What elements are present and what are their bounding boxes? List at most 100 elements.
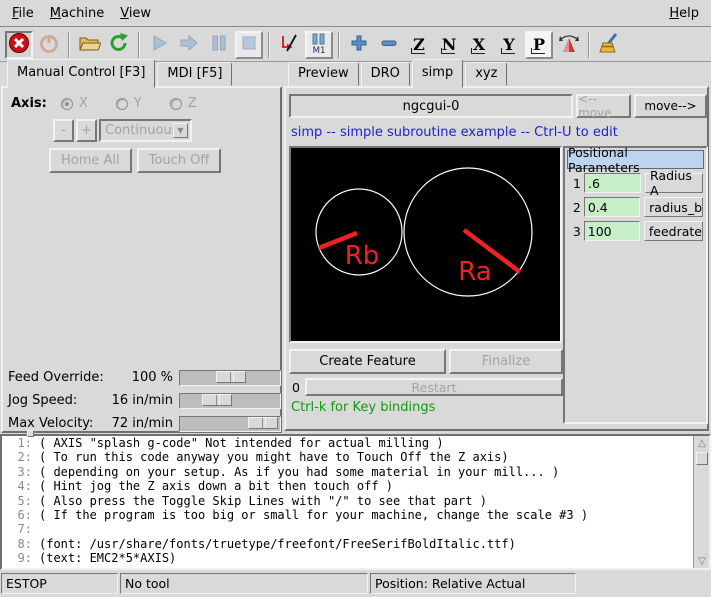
status-bar: ESTOP No tool Position: Relative Actual: [0, 570, 711, 597]
max-velocity-row: Max Velocity: 72 in/min: [3, 413, 284, 434]
open-file-button[interactable]: [75, 31, 103, 59]
slider-thumb[interactable]: [248, 417, 278, 429]
tab-xyz[interactable]: xyz: [465, 62, 507, 86]
view-perspective-icon: P: [533, 37, 545, 53]
zoom-out-button[interactable]: [375, 31, 403, 59]
gcode-line: 3:( depending on your setup. As if you h…: [2, 465, 709, 479]
jog-row: - + Continuous ▼: [53, 119, 192, 142]
positional-parameters-panel: Positional Parameters 1 .6 Radius A 2 0.…: [563, 146, 708, 424]
jog-speed-label: Jog Speed:: [8, 393, 77, 408]
clear-plot-button[interactable]: [595, 31, 623, 59]
step-arrow-icon: [178, 33, 200, 57]
run-icon: [149, 33, 169, 57]
feed-override-value: 100 %: [89, 370, 173, 385]
move-right-button[interactable]: move-->: [634, 94, 707, 118]
home-all-button[interactable]: Home All: [49, 148, 132, 173]
axis-radio-z[interactable]: Z: [170, 96, 197, 111]
toggle-optional-pause-button[interactable]: M1: [305, 31, 333, 59]
view-perspective-button[interactable]: P: [525, 31, 553, 59]
pause-icon: [209, 33, 229, 57]
rotate-view-button[interactable]: [555, 31, 583, 59]
scroll-up-icon[interactable]: △: [695, 436, 709, 450]
param-name-label: Radius A: [645, 173, 703, 193]
chevron-down-icon[interactable]: ▼: [173, 123, 188, 138]
view-z-button[interactable]: Z: [405, 31, 433, 59]
machine-power-button[interactable]: [35, 31, 63, 59]
ngcgui-tab-id-entry[interactable]: ngcgui-0: [289, 94, 573, 118]
skip-lines-icon: [279, 33, 299, 57]
jog-mode-combobox[interactable]: Continuous ▼: [99, 119, 192, 142]
menu-view[interactable]: View: [112, 2, 159, 25]
view-x-button[interactable]: X: [465, 31, 493, 59]
view-z-rotated-button[interactable]: N: [435, 31, 463, 59]
toolbar-separator: [268, 32, 270, 58]
zoom-in-button[interactable]: [345, 31, 373, 59]
view-z-rotated-icon: N: [442, 37, 457, 53]
rotate-cone-icon: [558, 32, 580, 58]
menu-file[interactable]: File: [4, 2, 42, 25]
toolbar: M1 Z N X Y P: [0, 28, 711, 62]
pause-button[interactable]: [205, 31, 233, 59]
tab-mdi[interactable]: MDI [F5]: [157, 62, 232, 86]
stop-icon: [239, 33, 259, 57]
gcode-line: 6:( If the program is too big or small f…: [2, 508, 709, 522]
preview-canvas: Rb Ra: [289, 146, 562, 343]
ngcgui-panel: ngcgui-0 <--move move--> simp -- simple …: [284, 86, 709, 431]
restart-button[interactable]: Restart: [305, 378, 563, 396]
param-value-input[interactable]: 100: [584, 221, 640, 241]
stop-button[interactable]: [235, 31, 263, 59]
view-y-button[interactable]: Y: [495, 31, 523, 59]
gcode-line: 7:: [2, 522, 709, 536]
slider-thumb[interactable]: [216, 371, 246, 383]
scrollbar-thumb[interactable]: [696, 452, 708, 465]
param-name-label: radius_b: [644, 197, 703, 217]
status-estop: ESTOP: [1, 573, 118, 594]
slider-thumb[interactable]: [202, 394, 232, 406]
jog-plus-button[interactable]: +: [76, 119, 97, 142]
param-row: 3 100 feedrate: [568, 221, 703, 241]
tab-simp[interactable]: simp: [412, 59, 463, 88]
jog-speed-slider[interactable]: [179, 393, 281, 409]
gcode-text-view[interactable]: 1:( AXIS "splash g-code" Not intended fo…: [0, 434, 711, 570]
param-number: 1: [568, 176, 584, 191]
max-velocity-slider[interactable]: [179, 416, 281, 432]
move-left-button[interactable]: <--move: [576, 94, 631, 118]
tab-manual-control[interactable]: Manual Control [F3]: [7, 59, 155, 88]
reload-button[interactable]: [105, 31, 133, 59]
vertical-scrollbar[interactable]: △ ▽: [693, 436, 709, 568]
menu-machine[interactable]: Machine: [42, 2, 112, 25]
toggle-skip-lines-button[interactable]: [275, 31, 303, 59]
radius-a-canvas-label: Ra: [458, 257, 491, 287]
gcode-line: 9:(text: EMC2*5*AXIS): [2, 551, 709, 565]
param-value-input[interactable]: 0.4: [584, 197, 640, 217]
run-button[interactable]: [145, 31, 173, 59]
create-feature-button[interactable]: Create Feature: [289, 349, 446, 374]
plus-icon: [349, 33, 369, 57]
estop-button[interactable]: [5, 31, 33, 59]
estop-icon: [8, 32, 30, 58]
finalize-button[interactable]: Finalize: [449, 349, 563, 374]
tab-preview[interactable]: Preview: [288, 62, 359, 86]
manual-control-panel: Axis: X Y Z - + Continuous ▼ Home All To…: [1, 86, 282, 433]
touch-off-button[interactable]: Touch Off: [137, 148, 222, 173]
axis-row: Axis: X Y Z: [11, 96, 225, 111]
tab-dro[interactable]: DRO: [361, 62, 410, 86]
axis-radio-x[interactable]: X: [61, 96, 88, 111]
broom-icon: [598, 32, 620, 58]
axis-label: Axis:: [11, 96, 47, 111]
step-button[interactable]: [175, 31, 203, 59]
max-velocity-value: 72 in/min: [89, 416, 173, 431]
positional-parameters-header: Positional Parameters: [567, 150, 704, 169]
param-name-label: feedrate: [644, 221, 703, 241]
pane-sash-grip[interactable]: [27, 430, 34, 437]
feed-override-slider[interactable]: [179, 370, 281, 386]
feature-count: 0: [292, 380, 300, 395]
param-value-input[interactable]: .6: [584, 173, 641, 193]
status-position-mode: Position: Relative Actual: [370, 573, 576, 594]
menu-help[interactable]: Help: [661, 2, 707, 25]
jog-minus-button[interactable]: -: [53, 119, 74, 142]
jog-speed-value: 16 in/min: [89, 393, 173, 408]
axis-radio-y[interactable]: Y: [116, 96, 142, 111]
machine-power-icon: [38, 32, 60, 58]
scroll-down-icon[interactable]: ▽: [695, 554, 709, 568]
